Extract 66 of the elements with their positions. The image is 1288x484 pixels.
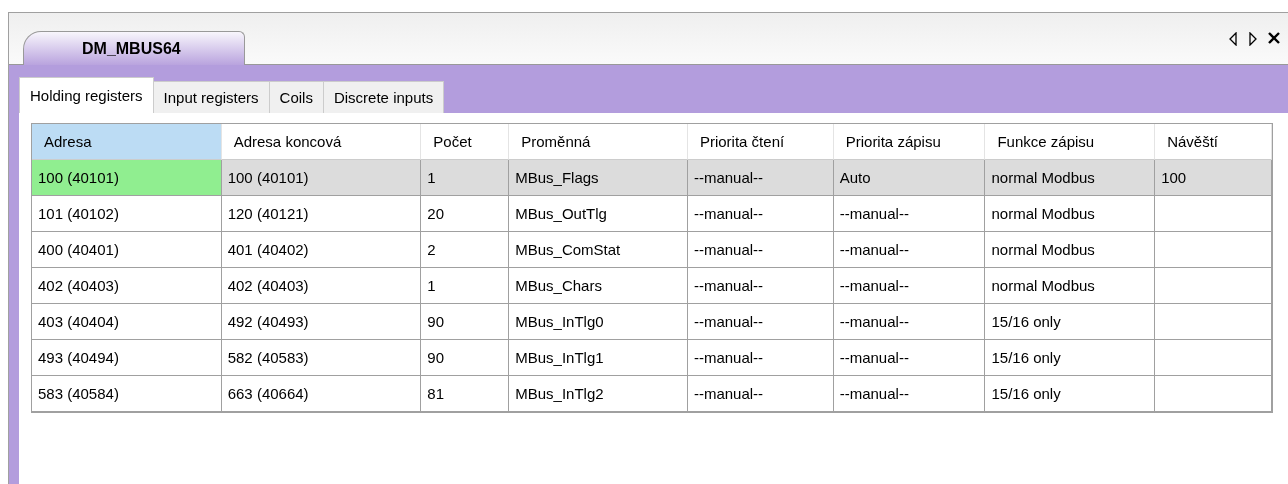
table-cell: MBus_InTlg2 xyxy=(509,376,688,412)
previous-icon[interactable] xyxy=(1228,31,1238,46)
table-cell: 400 (40401) xyxy=(32,232,222,268)
close-icon[interactable] xyxy=(1268,31,1280,44)
next-icon[interactable] xyxy=(1248,31,1258,46)
table-cell: 15/16 only xyxy=(985,340,1156,376)
table-cell: 402 (40403) xyxy=(221,268,422,304)
table-cell: --manual-- xyxy=(833,268,986,304)
tab[interactable]: Discrete inputs xyxy=(322,81,445,113)
table-cell: --manual-- xyxy=(833,196,986,232)
table-cell: 15/16 only xyxy=(985,304,1156,340)
table-cell: 15/16 only xyxy=(985,376,1156,412)
table-cell: 81 xyxy=(421,376,510,412)
table-cell: 101 (40102) xyxy=(32,196,222,232)
table-cell: --manual-- xyxy=(687,340,834,376)
table-cell: normal Modbus xyxy=(985,196,1156,232)
table-cell: 403 (40404) xyxy=(32,304,222,340)
table-cell: --manual-- xyxy=(833,376,986,412)
table-cell: MBus_OutTlg xyxy=(509,196,688,232)
table-cell: 2 xyxy=(421,232,510,268)
table-cell: 1 xyxy=(421,268,510,304)
table-cell: 100 xyxy=(1155,160,1272,196)
table-cell: 100 (40101) xyxy=(221,160,422,196)
column-header[interactable]: Funkce zápisu xyxy=(985,124,1156,160)
table-cell: MBus_Flags xyxy=(509,160,688,196)
table-cell: 493 (40494) xyxy=(32,340,222,376)
table-cell: --manual-- xyxy=(687,268,834,304)
table-cell: 492 (40493) xyxy=(221,304,422,340)
table-cell: Auto xyxy=(833,160,986,196)
column-header[interactable]: Priorita zápisu xyxy=(833,124,986,160)
table-cell: MBus_InTlg1 xyxy=(509,340,688,376)
tab[interactable]: Input registers xyxy=(152,81,270,113)
table-cell: --manual-- xyxy=(833,340,986,376)
table-cell: --manual-- xyxy=(687,232,834,268)
column-header[interactable]: Návěští xyxy=(1155,124,1272,160)
column-header[interactable]: Adresa koncová xyxy=(221,124,422,160)
table-cell: 90 xyxy=(421,340,510,376)
table-cell: normal Modbus xyxy=(985,232,1156,268)
table-cell: 120 (40121) xyxy=(221,196,422,232)
column-header[interactable]: Proměnná xyxy=(509,124,688,160)
table-cell: --manual-- xyxy=(833,304,986,340)
document-tab[interactable]: DM_MBUS64 xyxy=(23,31,245,65)
table-cell: --manual-- xyxy=(687,160,834,196)
table-cell: --manual-- xyxy=(687,196,834,232)
table-cell: normal Modbus xyxy=(985,268,1156,304)
table-cell: 401 (40402) xyxy=(221,232,422,268)
table-cell: MBus_InTlg0 xyxy=(509,304,688,340)
table-cell: 583 (40584) xyxy=(32,376,222,412)
tab[interactable]: Coils xyxy=(268,81,324,113)
table-cell: MBus_Chars xyxy=(509,268,688,304)
table-cell: --manual-- xyxy=(687,376,834,412)
column-header[interactable]: Adresa xyxy=(32,124,222,160)
column-header[interactable]: Priorita čtení xyxy=(687,124,834,160)
tab[interactable]: Holding registers xyxy=(19,77,154,113)
table-cell: 582 (40583) xyxy=(221,340,422,376)
table-cell: 1 xyxy=(421,160,510,196)
column-header[interactable]: Počet xyxy=(421,124,510,160)
table-cell: 663 (40664) xyxy=(221,376,422,412)
table-cell: 402 (40403) xyxy=(32,268,222,304)
table-cell: 100 (40101) xyxy=(32,160,222,196)
table-cell: --manual-- xyxy=(687,304,834,340)
table-cell: 20 xyxy=(421,196,510,232)
table-cell: MBus_ComStat xyxy=(509,232,688,268)
table-cell: 90 xyxy=(421,304,510,340)
table-cell: normal Modbus xyxy=(985,160,1156,196)
table-cell: --manual-- xyxy=(833,232,986,268)
